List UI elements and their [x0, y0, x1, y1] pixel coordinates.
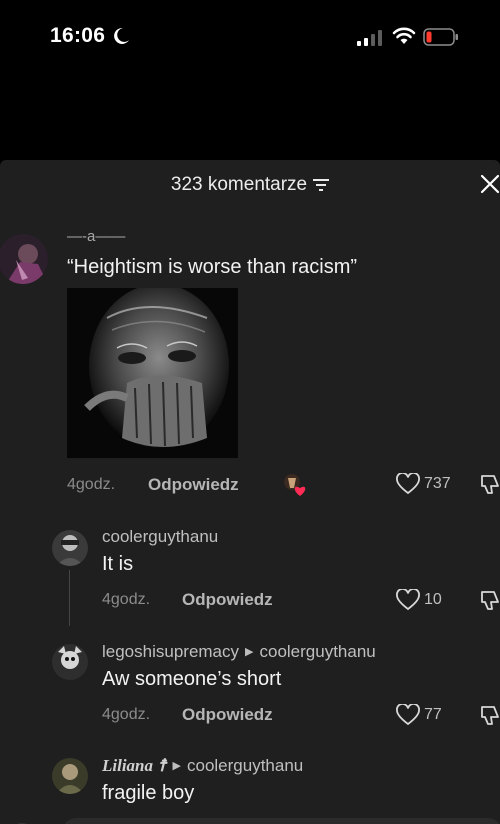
comment-photo[interactable] — [67, 284, 238, 458]
dislike-icon[interactable] — [480, 472, 500, 496]
comment-text: Aw someone’s short — [102, 668, 282, 690]
moon-icon — [114, 27, 129, 44]
reply-button[interactable]: Odpowiedz — [148, 475, 239, 495]
like-button[interactable]: 77 — [396, 703, 442, 727]
avatar[interactable] — [52, 644, 88, 680]
avatar[interactable] — [52, 758, 88, 794]
comment-text: It is — [102, 553, 134, 575]
reply-arrow-icon: ▶ — [172, 760, 181, 772]
like-count: 10 — [424, 591, 442, 608]
comments-header: 323 komentarze — [0, 174, 500, 196]
comment-username[interactable]: Liliana ☨ ▶ coolerguythanu — [102, 756, 303, 776]
reply-arrow-icon: ▶ — [245, 646, 254, 658]
comment-time: 4godz. — [67, 476, 116, 493]
cellular-signal-icon — [357, 30, 382, 46]
sort-filter-icon[interactable] — [313, 178, 330, 192]
thread-line — [69, 570, 70, 626]
heart-icon — [396, 589, 420, 611]
comment-text: fragile boy — [102, 782, 195, 804]
reply-to-username[interactable]: coolerguythanu — [259, 642, 375, 661]
like-count: 77 — [424, 706, 442, 723]
battery-low-icon — [423, 28, 458, 46]
heart-icon — [396, 704, 420, 726]
avatar[interactable] — [0, 234, 48, 284]
comment-username[interactable]: —-a—— — [67, 228, 125, 245]
creator-liked-badge-icon — [284, 474, 306, 496]
like-button[interactable]: 737 — [396, 472, 451, 496]
comment-username[interactable]: coolerguythanu — [102, 527, 218, 547]
avatar[interactable] — [52, 530, 88, 566]
heart-icon — [396, 473, 420, 495]
dislike-icon[interactable] — [480, 588, 500, 612]
wifi-icon — [392, 27, 416, 44]
comment-text: “Heightism is worse than racism” — [67, 256, 358, 278]
comment-time: 4godz. — [102, 591, 151, 608]
status-bar: 16:06 — [0, 0, 500, 160]
elderly-man-photo — [67, 284, 238, 458]
username-text[interactable]: legoshisupremacy — [102, 642, 239, 661]
comment-username[interactable]: legoshisupremacy ▶ coolerguythanu — [102, 642, 376, 662]
reply-to-username[interactable]: coolerguythanu — [187, 756, 303, 775]
comment-input-bar[interactable] — [62, 818, 500, 824]
like-count: 737 — [424, 475, 451, 492]
comment-time: 4godz. — [102, 706, 151, 723]
status-time: 16:06 — [50, 24, 106, 47]
comments-count-title: 323 komentarze — [170, 174, 308, 195]
comments-sheet: 323 komentarze —-a—— “Heightism is worse… — [0, 160, 500, 824]
reply-button[interactable]: Odpowiedz — [182, 590, 273, 610]
username-text[interactable]: Liliana ☨ — [102, 756, 167, 775]
close-icon[interactable] — [478, 172, 500, 196]
like-button[interactable]: 10 — [396, 588, 442, 612]
reply-button[interactable]: Odpowiedz — [182, 705, 273, 725]
dislike-icon[interactable] — [480, 703, 500, 727]
